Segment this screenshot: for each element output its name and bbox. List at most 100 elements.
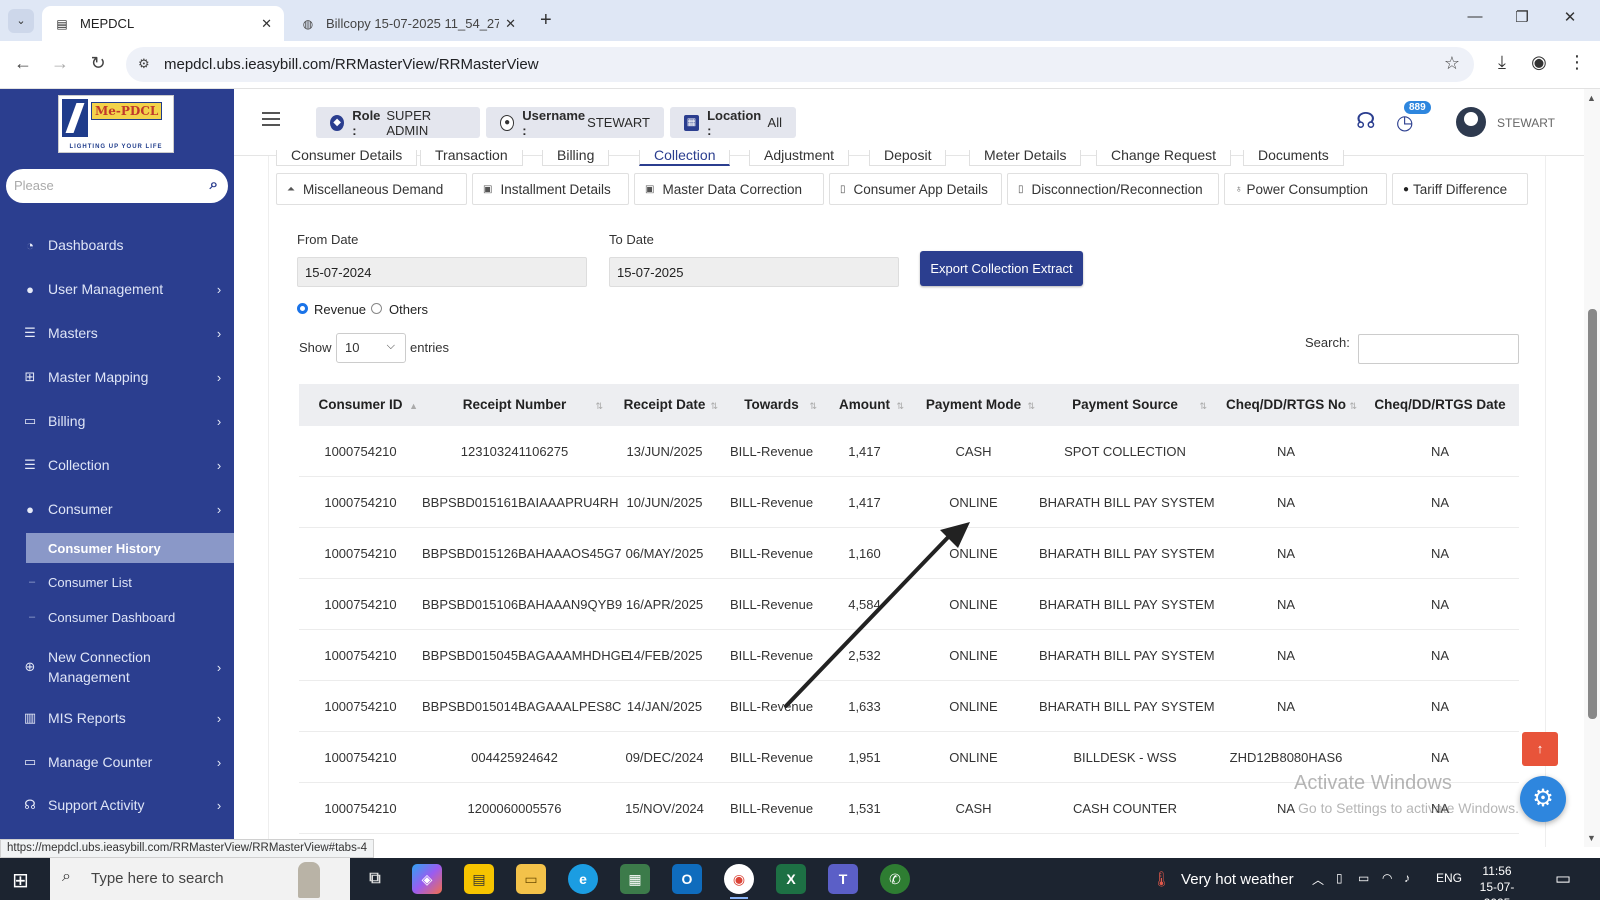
new-tab-plus-icon[interactable]: +: [540, 9, 552, 32]
page-scrollbar[interactable]: ▲ ▼: [1584, 89, 1600, 847]
sidebar-item-dashboards[interactable]: ◔ Dashboards: [0, 228, 234, 262]
copilot-icon[interactable]: ◈: [412, 864, 442, 894]
column-header-amount[interactable]: Amount ⇅: [821, 384, 908, 426]
column-header-consumer-id[interactable]: Consumer ID ▲: [299, 384, 422, 426]
minimize-icon[interactable]: —: [1463, 8, 1487, 25]
settings-gear-icon[interactable]: ⚙: [1520, 776, 1566, 822]
revenue-radio[interactable]: [297, 303, 308, 314]
column-header-payment-mode[interactable]: Payment Mode ⇅: [908, 384, 1039, 426]
table-search-input[interactable]: [1358, 334, 1519, 364]
weather-widget[interactable]: 🌡 Very hot weather: [1152, 870, 1294, 888]
forward-arrow-icon[interactable]: →: [48, 53, 72, 74]
tab-meter-details[interactable]: Meter Details: [969, 150, 1082, 166]
tab-adjustment[interactable]: Adjustment: [749, 150, 850, 166]
address-bar[interactable]: ⚙ mepdcl.ubs.ieasybill.com/RRMasterView/…: [126, 47, 1474, 82]
search-icon[interactable]: ⌕: [210, 176, 218, 193]
tab-search-chevron-icon[interactable]: ⌄: [8, 9, 34, 33]
sidebar-item-manage-counter[interactable]: ▭ Manage Counter ›: [0, 745, 234, 779]
tab-consumer-details[interactable]: Consumer Details: [276, 150, 418, 166]
battery-icon[interactable]: ▭: [1358, 871, 1369, 885]
sidebar-subitem-consumer-dashboard[interactable]: – Consumer Dashboard: [0, 602, 234, 632]
taskbar-clock[interactable]: 11:56 15-07-2025: [1467, 863, 1527, 900]
column-header-towards[interactable]: Towards ⇅: [722, 384, 821, 426]
browser-tab-mepdcl[interactable]: ▤ MEPDCL ✕: [42, 6, 284, 41]
excel-icon[interactable]: X: [776, 864, 806, 894]
sidebar-search-input[interactable]: Please ⌕: [6, 169, 228, 203]
sidebar-subitem-consumer-history[interactable]: Consumer History: [26, 533, 234, 563]
edge-browser-icon[interactable]: e: [568, 864, 598, 894]
tab-documents[interactable]: Documents: [1243, 150, 1344, 166]
avatar[interactable]: [1456, 107, 1486, 137]
others-radio[interactable]: [371, 303, 382, 314]
from-date-input[interactable]: 15-07-2024: [297, 257, 587, 287]
scroll-up-icon[interactable]: ▲: [1587, 93, 1596, 103]
teams-icon[interactable]: T: [828, 864, 858, 894]
column-header-cheq-no[interactable]: Cheq/DD/RTGS No ⇅: [1211, 384, 1361, 426]
tab-miscellaneous-demand[interactable]: ⏶ Miscellaneous Demand: [276, 173, 467, 205]
company-logo[interactable]: Me-PDCL LIGHTING UP YOUR LIFE: [58, 95, 174, 153]
page-size-select[interactable]: 10 ⌵: [336, 333, 406, 363]
reload-icon[interactable]: ↻: [86, 53, 110, 74]
tab-billing[interactable]: Billing: [542, 150, 610, 166]
to-date-input[interactable]: 15-07-2025: [609, 257, 899, 287]
scroll-down-icon[interactable]: ▼: [1587, 833, 1596, 843]
site-settings-icon[interactable]: ⚙: [138, 56, 150, 72]
tab-installment-details[interactable]: ▣ Installment Details: [472, 173, 629, 205]
sidebar-item-user-management[interactable]: ● User Management ›: [0, 272, 234, 306]
file-explorer-icon[interactable]: ▭: [516, 864, 546, 894]
table-row[interactable]: 1000754210 BBPSBD015161BAIAAAPRU4RH 10/JUN…: [299, 477, 1519, 528]
column-header-receipt-number[interactable]: Receipt Number ⇅: [422, 384, 607, 426]
browser-tab-billcopy[interactable]: ◍ Billcopy 15-07-2025 11_54_27.pdf ✕: [288, 6, 528, 41]
sidebar-item-consumer[interactable]: ● Consumer ›: [0, 492, 234, 526]
tab-master-data-correction[interactable]: ▣ Master Data Correction: [634, 173, 824, 205]
speaker-icon[interactable]: ♪: [1404, 871, 1410, 885]
bookmark-star-icon[interactable]: ☆: [1444, 53, 1460, 74]
scroll-to-top-button[interactable]: ↑: [1522, 732, 1558, 766]
download-icon[interactable]: ⤓: [1490, 52, 1514, 73]
export-collection-extract-button[interactable]: Export Collection Extract: [920, 251, 1083, 286]
table-row[interactable]: 1000754210 123103241106275 13/JUN/2025 BILL…: [299, 426, 1519, 477]
sticky-notes-icon[interactable]: ▤: [464, 864, 494, 894]
tab-transaction[interactable]: Transaction: [420, 150, 523, 166]
tab-disconnection-reconnection[interactable]: ▯ Disconnection/Reconnection: [1007, 173, 1219, 205]
whatsapp-icon[interactable]: ✆: [880, 864, 910, 894]
tab-collection[interactable]: Collection: [639, 150, 731, 166]
sidebar-item-billing[interactable]: ▭ Billing ›: [0, 404, 234, 438]
table-row[interactable]: 1000754210 BBPSBD015106BAHAAAN9QYB9 16/APR…: [299, 579, 1519, 630]
taskbar-search-box[interactable]: ⌕ Type here to search: [50, 858, 350, 900]
sidebar-item-support-activity[interactable]: ☊ Support Activity ›: [0, 788, 234, 822]
close-tab-icon[interactable]: ✕: [261, 16, 272, 32]
sidebar-item-collection[interactable]: ☰ Collection ›: [0, 448, 234, 482]
close-window-icon[interactable]: ✕: [1558, 8, 1582, 26]
tab-power-consumption[interactable]: ♁ Power Consumption: [1224, 173, 1387, 205]
tab-change-request[interactable]: Change Request: [1096, 150, 1232, 166]
tab-deposit[interactable]: Deposit: [869, 150, 947, 166]
sidebar-item-masters[interactable]: ☰ Masters ›: [0, 316, 234, 350]
tab-tariff-difference[interactable]: ● Tariff Difference: [1392, 173, 1528, 205]
chevron-up-icon[interactable]: ︿: [1312, 871, 1324, 888]
header-username[interactable]: STEWART: [1497, 116, 1555, 130]
sidebar-item-master-mapping[interactable]: ⊞ Master Mapping ›: [0, 360, 234, 394]
hamburger-menu-icon[interactable]: [262, 112, 280, 126]
restore-window-icon[interactable]: ❐: [1510, 8, 1534, 26]
outlook-icon[interactable]: O: [672, 864, 702, 894]
task-view-icon[interactable]: ⧉: [360, 864, 390, 894]
back-arrow-icon[interactable]: ←: [11, 53, 35, 74]
sidebar-item-mis-reports[interactable]: ▥ MIS Reports ›: [0, 701, 234, 735]
sidebar-item-new-connection[interactable]: ⊕ New Connection Management ›: [0, 645, 234, 689]
close-tab-icon[interactable]: ✕: [505, 16, 516, 32]
device-icon[interactable]: ▯: [1336, 871, 1343, 885]
column-header-payment-source[interactable]: Payment Source ⇅: [1039, 384, 1211, 426]
browser-menu-icon[interactable]: ⋮: [1565, 52, 1589, 73]
table-row[interactable]: 1000754210 BBPSBD015045BAGAAAMHDHGE 14/FEB…: [299, 630, 1519, 681]
tab-consumer-app-details[interactable]: ▯ Consumer App Details: [829, 173, 1002, 205]
scrollbar-thumb[interactable]: [1588, 309, 1597, 719]
address-url[interactable]: mepdcl.ubs.ieasybill.com/RRMasterView/RR…: [164, 56, 539, 73]
notification-center-icon[interactable]: ▭: [1555, 869, 1571, 889]
profile-icon[interactable]: ◉: [1527, 52, 1551, 73]
support-agent-icon[interactable]: ☊: [1356, 108, 1376, 134]
calculator-icon[interactable]: ▦: [620, 864, 650, 894]
chrome-browser-icon[interactable]: ◉: [724, 864, 754, 899]
table-row[interactable]: 1000754210 BBPSBD015126BAHAAAOS45G7 06/MAY…: [299, 528, 1519, 579]
wifi-icon[interactable]: ◠: [1382, 871, 1392, 885]
